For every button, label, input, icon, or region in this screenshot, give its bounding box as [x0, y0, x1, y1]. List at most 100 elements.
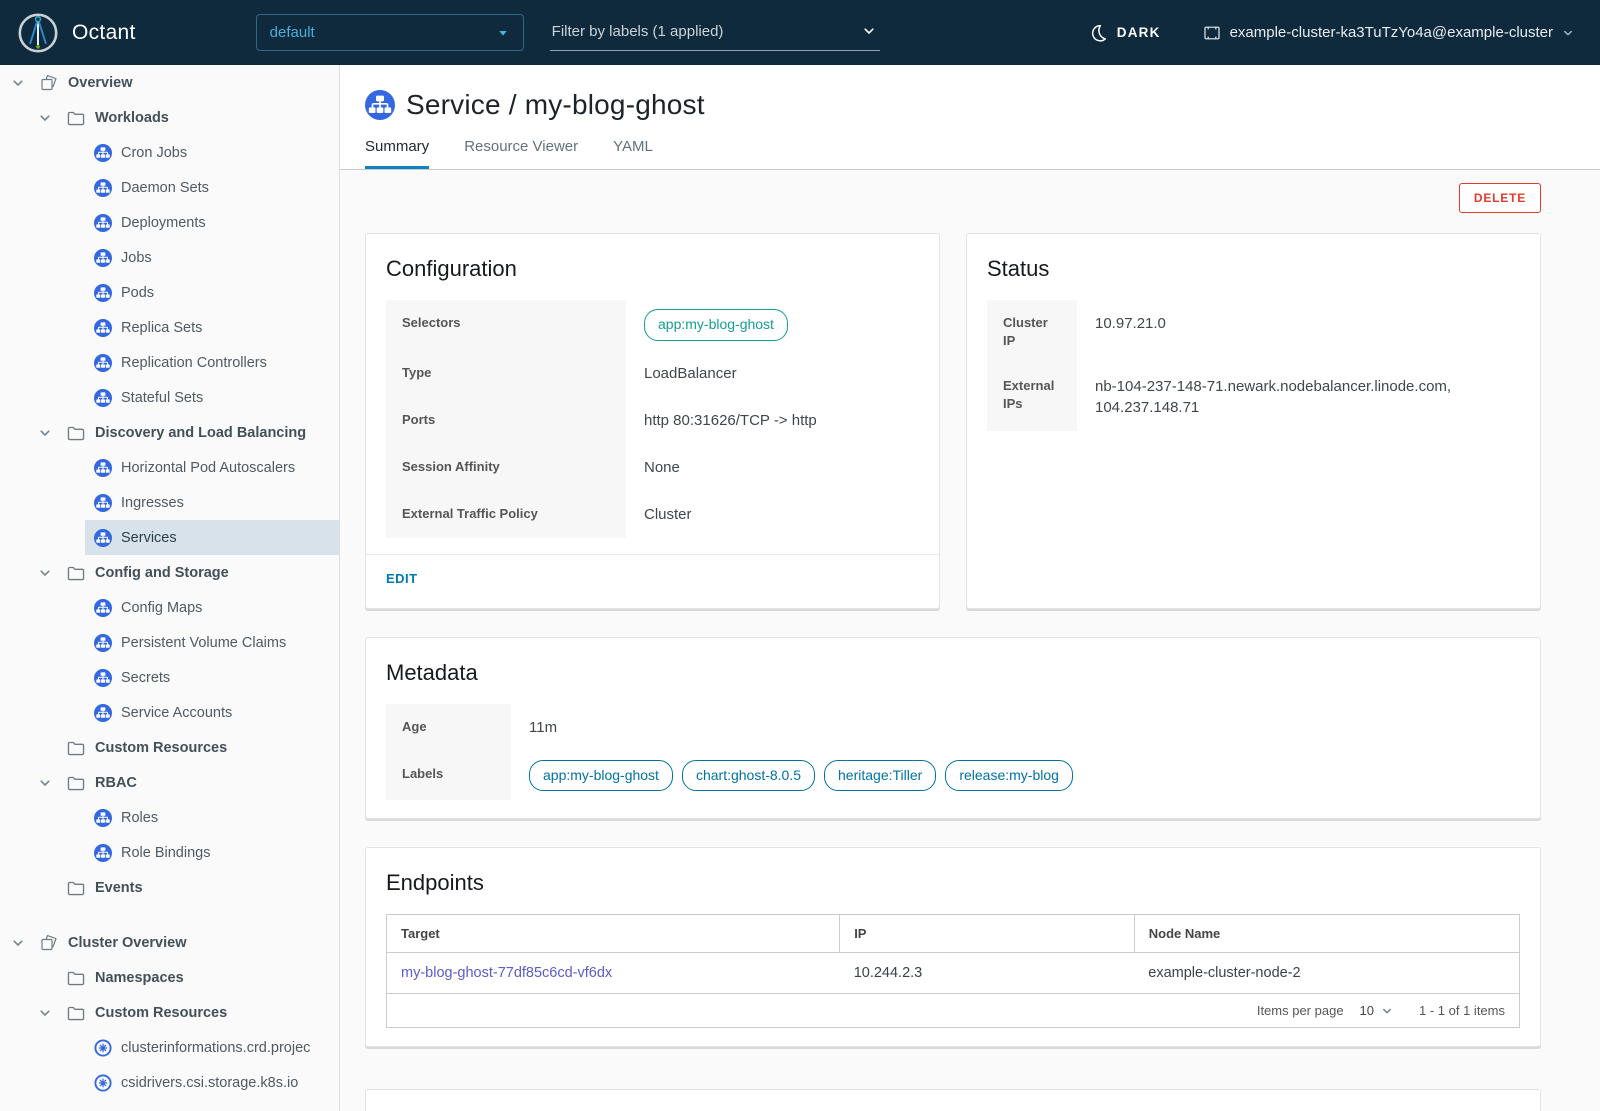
chevron-down-icon[interactable] — [10, 936, 26, 950]
sidebar-item-cluster-custom-resources[interactable]: Custom Resources — [0, 995, 339, 1030]
events-card: Events — [365, 1089, 1541, 1111]
metadata-card: Metadata Age 11m Labels app:my-blog-ghos… — [365, 637, 1541, 820]
sidebar-item-services[interactable]: Services — [85, 520, 339, 555]
folder-icon — [67, 565, 85, 581]
sidebar-item-secrets[interactable]: Secrets — [85, 660, 339, 695]
sidebar-item-clusterinformations[interactable]: clusterinformations.crd.projec — [85, 1030, 339, 1065]
context-selector[interactable]: example-cluster-ka3TuTzYo4a@example-clus… — [1203, 24, 1574, 42]
sidebar-item-ingresses[interactable]: Ingresses — [85, 485, 339, 520]
sidebar-item-deployments[interactable]: Deployments — [85, 205, 339, 240]
tab-resource-viewer[interactable]: Resource Viewer — [464, 138, 578, 169]
metadata-row-age: Age 11m — [386, 704, 1520, 751]
chevron-down-icon[interactable] — [10, 76, 26, 90]
selector-tag[interactable]: app:my-blog-ghost — [644, 309, 788, 341]
label-tag[interactable]: app:my-blog-ghost — [529, 760, 673, 792]
theme-toggle-button[interactable]: DARK — [1088, 23, 1161, 43]
sidebar-item-pods[interactable]: Pods — [85, 275, 339, 310]
label-filter-text: Filter by labels (1 applied) — [552, 23, 724, 40]
sidebar-item-config-maps[interactable]: Config Maps — [85, 590, 339, 625]
endpoints-card: Endpoints Target IP Node Name my-blog-gh… — [365, 847, 1541, 1047]
endpoint-target-link[interactable]: my-blog-ghost-77df85c6cd-vf6dx — [401, 965, 612, 981]
sidebar-item-rbac[interactable]: RBAC — [0, 765, 339, 800]
crd-icon — [94, 1074, 112, 1092]
cluster-context-icon — [1203, 24, 1221, 42]
chevron-down-icon[interactable] — [37, 566, 53, 580]
chevron-down-icon[interactable] — [37, 776, 53, 790]
pods-icon — [94, 284, 112, 302]
overview-icon — [40, 934, 58, 951]
tab-yaml[interactable]: YAML — [613, 138, 653, 169]
roles-icon — [94, 809, 112, 827]
sidebar-item-service-accounts[interactable]: Service Accounts — [85, 695, 339, 730]
table-row: my-blog-ghost-77df85c6cd-vf6dx 10.244.2.… — [387, 953, 1520, 994]
hpa-icon — [94, 459, 112, 477]
status-card: Status Cluster IP 10.97.21.0 External IP… — [966, 233, 1541, 609]
sidebar-item-daemon-sets[interactable]: Daemon Sets — [85, 170, 339, 205]
delete-button[interactable]: DELETE — [1459, 183, 1541, 213]
replica-sets-icon — [94, 319, 112, 337]
sidebar-item-horizontal-pod-autoscalers[interactable]: Horizontal Pod Autoscalers — [85, 450, 339, 485]
sidebar-item-cron-jobs[interactable]: Cron Jobs — [85, 135, 339, 170]
label-tag[interactable]: heritage:Tiller — [824, 760, 936, 792]
sidebar-item-config-and-storage[interactable]: Config and Storage — [0, 555, 339, 590]
services-icon — [94, 529, 112, 547]
namespace-caret-icon — [497, 27, 509, 39]
status-row-external-ips: External IPs nb-104-237-148-71.newark.no… — [987, 363, 1520, 431]
folder-icon — [67, 880, 85, 896]
content-header: Service / my-blog-ghost Summary Resource… — [340, 65, 1600, 170]
folder-icon — [67, 110, 85, 126]
label-tag[interactable]: chart:ghost-8.0.5 — [682, 760, 815, 792]
sidebar-item-replica-sets[interactable]: Replica Sets — [85, 310, 339, 345]
chevron-down-icon[interactable] — [37, 426, 53, 440]
sidebar-item-stateful-sets[interactable]: Stateful Sets — [85, 380, 339, 415]
crd-icon — [94, 1039, 112, 1057]
daemon-sets-icon — [94, 179, 112, 197]
config-row-ports: Ports http 80:31626/TCP -> http — [386, 397, 919, 444]
stateful-sets-icon — [94, 389, 112, 407]
page-title: Service / my-blog-ghost — [406, 89, 705, 121]
context-chevron-icon — [1562, 27, 1574, 39]
octant-brand[interactable]: Octant — [18, 13, 136, 53]
endpoint-node-name: example-cluster-node-2 — [1134, 953, 1519, 994]
sidebar-item-role-bindings[interactable]: Role Bindings — [85, 835, 339, 870]
filter-chevron-icon — [862, 24, 876, 38]
sidebar-item-namespaces[interactable]: Namespaces — [0, 960, 339, 995]
jobs-icon — [94, 249, 112, 267]
label-filter-dropdown[interactable]: Filter by labels (1 applied) — [550, 15, 880, 51]
sidebar-item-replication-controllers[interactable]: Replication Controllers — [85, 345, 339, 380]
status-row-cluster-ip: Cluster IP 10.97.21.0 — [987, 300, 1520, 363]
chevron-down-icon[interactable] — [37, 111, 53, 125]
items-per-page-select[interactable]: 10 — [1360, 1003, 1393, 1018]
metadata-row-labels: Labels app:my-blog-ghost chart:ghost-8.0… — [386, 751, 1520, 801]
items-per-page-label: Items per page — [1257, 1003, 1344, 1018]
column-header-target: Target — [387, 915, 840, 953]
label-tag[interactable]: release:my-blog — [945, 760, 1073, 792]
sidebar-item-workloads[interactable]: Workloads — [0, 100, 339, 135]
content-body: DELETE Configuration Selectors app:my-bl… — [340, 170, 1600, 1111]
sidebar-item-overview[interactable]: Overview — [0, 65, 339, 100]
app-title: Octant — [72, 21, 136, 45]
sidebar-item-roles[interactable]: Roles — [85, 800, 339, 835]
table-pagination: Items per page 10 1 - 1 of 1 items — [386, 994, 1520, 1028]
sidebar-item-persistent-volume-claims[interactable]: Persistent Volume Claims — [85, 625, 339, 660]
replication-controllers-icon — [94, 354, 112, 372]
secrets-icon — [94, 669, 112, 687]
edit-button[interactable]: EDIT — [386, 571, 418, 586]
tab-summary[interactable]: Summary — [365, 138, 429, 169]
config-row-selectors: Selectors app:my-blog-ghost — [386, 300, 919, 350]
configuration-title: Configuration — [386, 256, 919, 282]
sidebar-item-jobs[interactable]: Jobs — [85, 240, 339, 275]
sidebar-item-custom-resources[interactable]: Custom Resources — [0, 730, 339, 765]
sidebar: Overview Workloads Cron Jobs Daemon Sets… — [0, 65, 340, 1111]
service-resource-icon — [365, 90, 395, 120]
sidebar-item-discovery-and-load-balancing[interactable]: Discovery and Load Balancing — [0, 415, 339, 450]
sidebar-item-csidrivers[interactable]: csidrivers.csi.storage.k8s.io — [85, 1065, 339, 1100]
configuration-card: Configuration Selectors app:my-blog-ghos… — [365, 233, 940, 609]
context-label: example-cluster-ka3TuTzYo4a@example-clus… — [1230, 24, 1553, 41]
sidebar-item-cluster-overview[interactable]: Cluster Overview — [0, 925, 339, 960]
namespace-dropdown[interactable]: default — [256, 14, 524, 51]
chevron-down-icon[interactable] — [37, 1006, 53, 1020]
service-accounts-icon — [94, 704, 112, 722]
pvc-icon — [94, 634, 112, 652]
sidebar-item-events[interactable]: Events — [0, 870, 339, 905]
